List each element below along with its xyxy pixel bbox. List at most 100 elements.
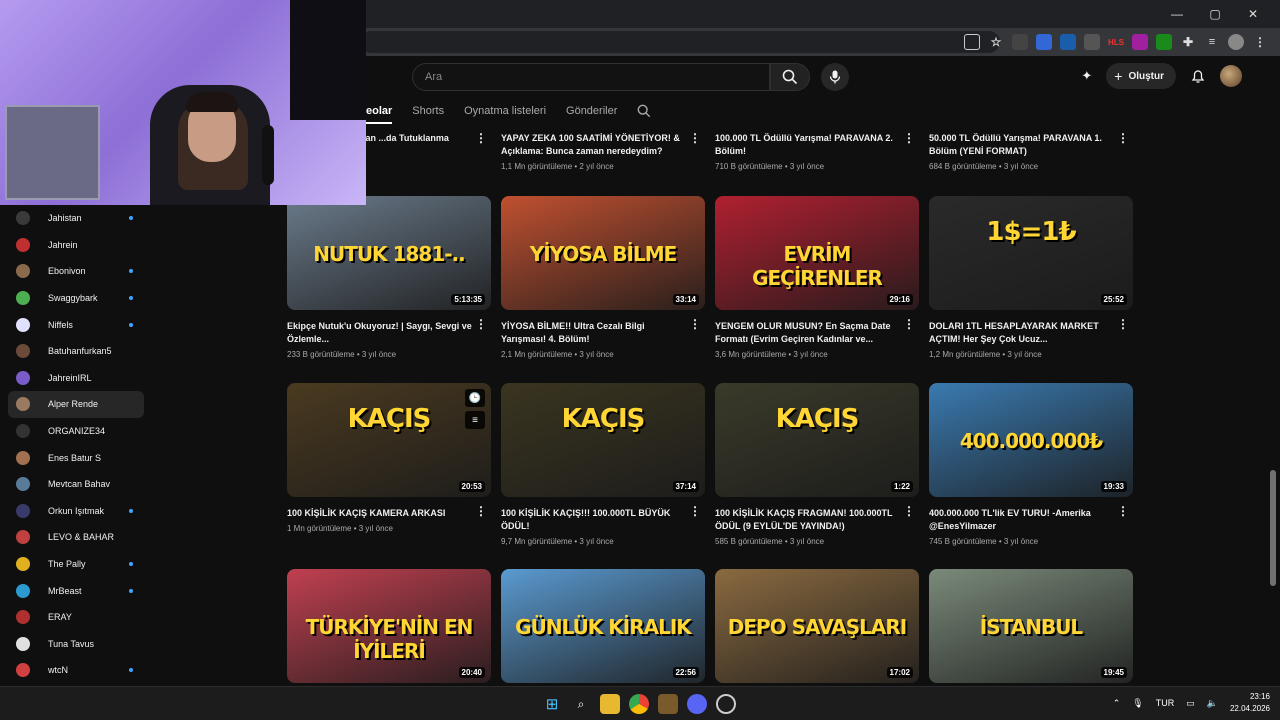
sidebar-channel-item[interactable]: Ebonivon bbox=[0, 258, 160, 285]
notifications-bell-icon[interactable] bbox=[1190, 68, 1206, 84]
tab-videos[interactable]: eolar bbox=[366, 105, 392, 117]
more-options-icon[interactable]: ⋮ bbox=[689, 132, 701, 144]
video-title[interactable]: YENGEM OLUR MUSUN? En Saçma Date Formatı… bbox=[715, 320, 901, 346]
media-icon[interactable]: ≡ bbox=[1204, 34, 1220, 50]
video-thumbnail[interactable]: KAÇIŞ 1:22 bbox=[715, 383, 919, 497]
video-thumbnail[interactable]: İSTANBUL 19:45 bbox=[929, 569, 1133, 683]
more-options-icon[interactable]: ⋮ bbox=[1117, 318, 1129, 330]
more-options-icon[interactable]: ⋮ bbox=[1117, 505, 1129, 517]
more-options-icon[interactable]: ⋮ bbox=[689, 318, 701, 330]
more-options-icon[interactable]: ⋮ bbox=[475, 318, 487, 330]
video-card[interactable]: KAÇIŞ 37:14 100 KİŞİLİK KAÇIŞ!!! 100.000TL… bbox=[501, 383, 705, 546]
video-card[interactable]: NUTUK 1881-.. 5:13:35 Ekipçe Nutuk'u Okuyo… bbox=[287, 196, 491, 359]
clock[interactable]: 23:16 22.04.2026 bbox=[1230, 691, 1270, 715]
more-options-icon[interactable]: ⋮ bbox=[475, 132, 487, 144]
microphone-tray-icon[interactable]: 🎙 bbox=[1132, 698, 1143, 709]
video-thumbnail[interactable]: YİYOSA BİLME 33:14 bbox=[501, 196, 705, 310]
more-options-icon[interactable]: ⋮ bbox=[1117, 132, 1129, 144]
sidebar-channel-item[interactable]: Niffels bbox=[0, 311, 160, 338]
windows-start-icon[interactable]: ⊞ bbox=[542, 694, 562, 714]
video-card[interactable]: 400.000.000₺ 19:33 400.000.000 TL'lik EV T… bbox=[929, 383, 1133, 546]
video-title[interactable]: DOLARI 1TL HESAPLAYARAK MARKET AÇTIM! He… bbox=[929, 320, 1115, 346]
chevron-up-icon[interactable]: ⌃ bbox=[1113, 698, 1121, 709]
more-options-icon[interactable]: ⋮ bbox=[903, 132, 915, 144]
more-options-icon[interactable]: ⋮ bbox=[689, 505, 701, 517]
sidebar-channel-item[interactable]: ORGANIZE34 bbox=[0, 418, 160, 445]
video-thumbnail[interactable]: EVRİM GEÇİRENLER 29:16 bbox=[715, 196, 919, 310]
video-thumbnail[interactable]: KAÇIŞ 37:14 bbox=[501, 383, 705, 497]
more-options-icon[interactable]: ⋮ bbox=[903, 505, 915, 517]
video-title[interactable]: 100 KİŞİLİK KAÇIŞ FRAGMAN! 100.000TL ÖDÜ… bbox=[715, 507, 901, 533]
tab-playlists[interactable]: Oynatma listeleri bbox=[464, 105, 546, 117]
language-indicator[interactable]: TUR bbox=[1156, 698, 1175, 708]
translate-icon[interactable] bbox=[1036, 34, 1052, 50]
install-app-icon[interactable] bbox=[964, 34, 980, 50]
video-card[interactable]: 1$=1₺ 25:52 DOLARI 1TL HESAPLAYARAK MARKET… bbox=[929, 196, 1133, 359]
extension-icon[interactable]: HLS bbox=[1108, 34, 1124, 50]
profile-icon[interactable] bbox=[1228, 34, 1244, 50]
sidebar-channel-item[interactable]: Mevtcan Bahav bbox=[0, 471, 160, 498]
taskbar-search-icon[interactable]: ⌕ bbox=[571, 694, 591, 714]
sidebar-channel-item[interactable]: Enes Batur S bbox=[0, 444, 160, 471]
video-title[interactable]: YİYOSA BİLME!! Ultra Cezalı Bilgi Yarışm… bbox=[501, 320, 687, 346]
video-card[interactable]: EVRİM GEÇİRENLER 29:16 YENGEM OLUR MUSUN? … bbox=[715, 196, 919, 359]
video-thumbnail[interactable]: 400.000.000₺ 19:33 bbox=[929, 383, 1133, 497]
extension-icon[interactable] bbox=[1012, 34, 1028, 50]
sidebar-channel-item[interactable]: Orkun Işıtmak bbox=[0, 498, 160, 525]
chrome-icon[interactable] bbox=[629, 694, 649, 714]
more-options-icon[interactable]: ⋮ bbox=[475, 505, 487, 517]
file-explorer-icon[interactable] bbox=[600, 694, 620, 714]
tab-shorts[interactable]: Shorts bbox=[412, 105, 444, 117]
sparkle-icon[interactable]: ✦ bbox=[1081, 68, 1092, 84]
video-thumbnail[interactable]: KAÇIŞ 20:53 🕒 ≡ bbox=[287, 383, 491, 497]
sidebar-channel-item[interactable]: Batuhanfurkan5 bbox=[0, 338, 160, 365]
video-card[interactable]: İSTANBUL 19:45 bbox=[929, 569, 1133, 683]
puzzle-icon[interactable]: ✚ bbox=[1180, 34, 1196, 50]
sidebar-channel-item[interactable]: Alper Rende bbox=[8, 391, 144, 418]
video-card[interactable]: KAÇIŞ 20:53 🕒 ≡ 100 KİŞİLİK KAÇIŞ KAMERA ARK… bbox=[287, 383, 491, 533]
voice-search-button[interactable] bbox=[821, 63, 849, 91]
video-card[interactable]: YAPAY ZEKA 100 SAATİMİ YÖNETİYOR! & Açık… bbox=[501, 132, 705, 171]
video-card[interactable]: YİYOSA BİLME 33:14 YİYOSA BİLME!! Ultra Ce… bbox=[501, 196, 705, 359]
video-card[interactable]: KAÇIŞ 1:22 100 KİŞİLİK KAÇIŞ FRAGMAN! 100.… bbox=[715, 383, 919, 546]
sidebar-channel-item[interactable]: Swaggybark bbox=[0, 285, 160, 312]
add-to-queue-icon[interactable]: ≡ bbox=[465, 411, 485, 429]
maximize-icon[interactable]: ▢ bbox=[1196, 4, 1234, 24]
video-title[interactable]: Ekipçe Nutuk'u Okuyoruz! | Saygı, Sevgi … bbox=[287, 320, 473, 346]
minimize-icon[interactable]: — bbox=[1158, 4, 1196, 24]
sidebar-channel-item[interactable]: MrBeast bbox=[0, 577, 160, 604]
app-icon[interactable] bbox=[716, 694, 736, 714]
search-button[interactable] bbox=[770, 63, 810, 91]
bookmark-star-icon[interactable]: ☆ bbox=[988, 34, 1004, 50]
channel-search-icon[interactable] bbox=[637, 104, 651, 118]
sidebar-channel-item[interactable]: wtcN bbox=[0, 657, 160, 684]
sidebar-channel-item[interactable]: LEVO & BAHAR bbox=[0, 524, 160, 551]
close-icon[interactable]: ✕ bbox=[1234, 4, 1272, 24]
video-title[interactable]: 100 KİŞİLİK KAÇIŞ!!! 100.000TL BÜYÜK ÖDÜ… bbox=[501, 507, 687, 533]
video-thumbnail[interactable]: TÜRKİYE'NİN EN İYİLERİ 20:40 bbox=[287, 569, 491, 683]
sidebar-channel-item[interactable]: JahreinIRL bbox=[0, 365, 160, 392]
sidebar-channel-item[interactable]: Jahistan bbox=[0, 205, 160, 232]
video-thumbnail[interactable]: 1$=1₺ 25:52 bbox=[929, 196, 1133, 310]
video-card[interactable]: 50.000 TL Ödüllü Yarışma! PARAVANA 1. Bö… bbox=[929, 132, 1133, 171]
video-title[interactable]: 400.000.000 TL'lik EV TURU! -Amerika @En… bbox=[929, 507, 1115, 533]
extension-icon[interactable] bbox=[1060, 34, 1076, 50]
video-card[interactable]: 100.000 TL Ödüllü Yarışma! PARAVANA 2. B… bbox=[715, 132, 919, 171]
account-avatar[interactable] bbox=[1220, 65, 1242, 87]
video-thumbnail[interactable]: DEPO SAVAŞLARI 17:02 bbox=[715, 569, 919, 683]
search-input[interactable]: Ara bbox=[412, 63, 770, 91]
video-title[interactable]: 50.000 TL Ödüllü Yarışma! PARAVANA 1. Bö… bbox=[929, 132, 1115, 158]
page-scrollbar[interactable] bbox=[1268, 128, 1280, 686]
video-card[interactable]: GÜNLÜK KİRALIK 22:56 bbox=[501, 569, 705, 683]
video-thumbnail[interactable]: GÜNLÜK KİRALIK 22:56 bbox=[501, 569, 705, 683]
video-card[interactable]: TÜRKİYE'NİN EN İYİLERİ 20:40 bbox=[287, 569, 491, 683]
app-icon[interactable] bbox=[658, 694, 678, 714]
sidebar-channel-item[interactable]: Tuna Tavus bbox=[0, 631, 160, 658]
extension-icon[interactable] bbox=[1132, 34, 1148, 50]
more-options-icon[interactable]: ⋮ bbox=[903, 318, 915, 330]
video-thumbnail[interactable]: NUTUK 1881-.. 5:13:35 bbox=[287, 196, 491, 310]
extension-icon[interactable] bbox=[1156, 34, 1172, 50]
watch-later-icon[interactable]: 🕒 bbox=[465, 389, 485, 407]
video-title[interactable]: 100 KİŞİLİK KAÇIŞ KAMERA ARKASI bbox=[287, 507, 473, 520]
address-bar[interactable] bbox=[360, 31, 1000, 53]
